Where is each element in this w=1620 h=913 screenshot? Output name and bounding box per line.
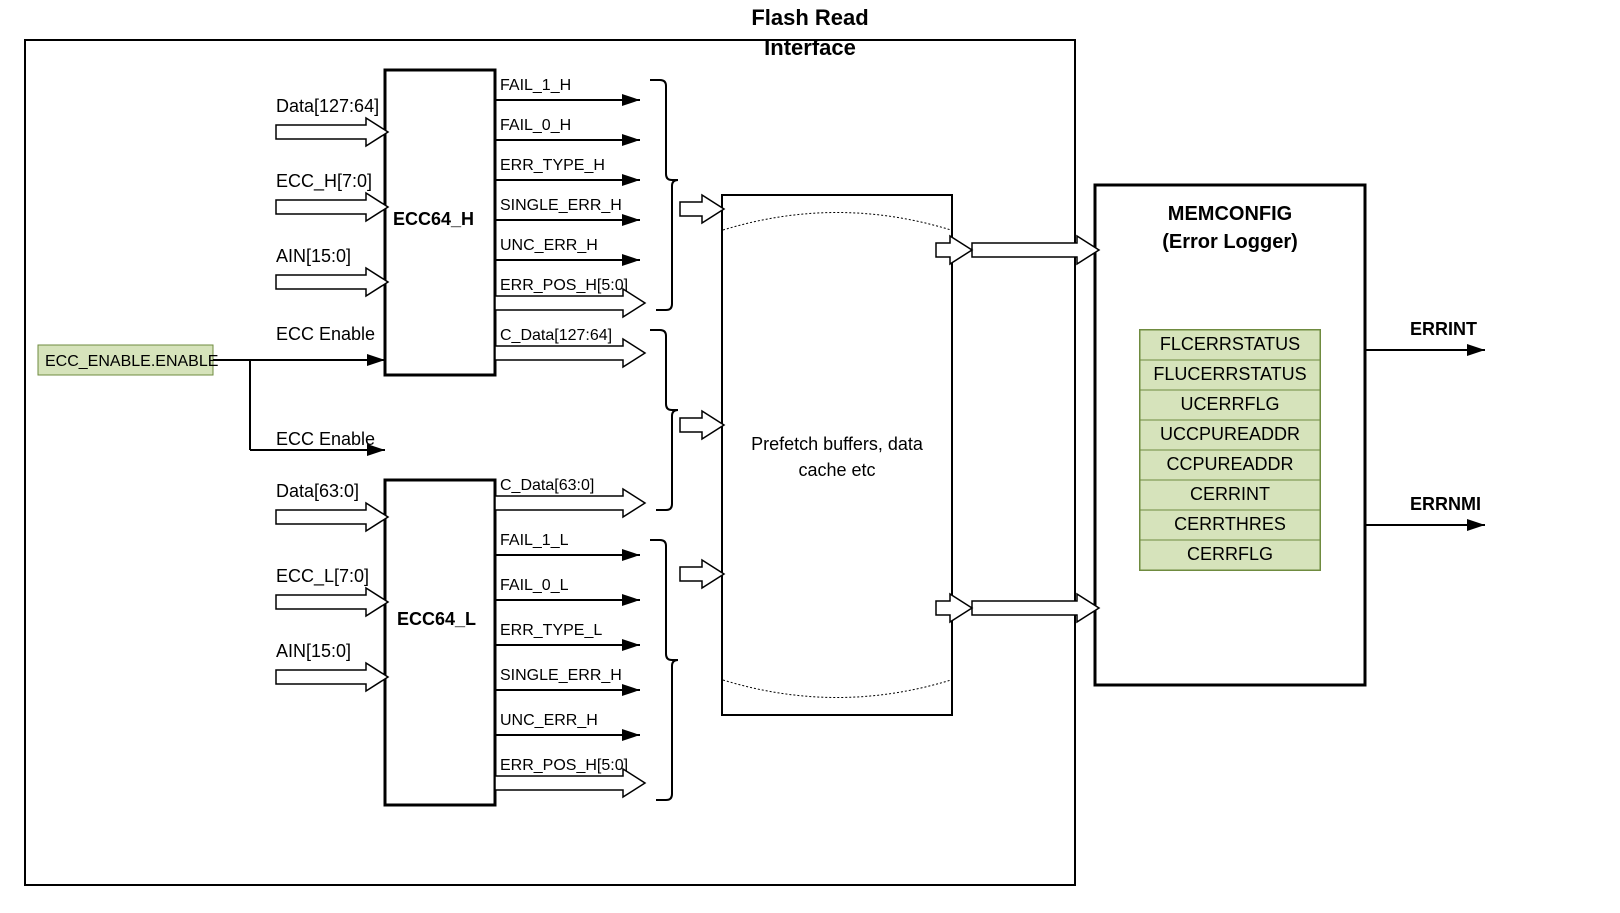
svg-text:Data[63:0]: Data[63:0] xyxy=(276,481,359,501)
svg-text:ECC_H[7:0]: ECC_H[7:0] xyxy=(276,171,372,192)
ecc-enable-register-label: ECC_ENABLE.ENABLE xyxy=(45,353,218,370)
memconfig-reg-label: CERRFLG xyxy=(1187,544,1273,564)
svg-text:FAIL_1_L: FAIL_1_L xyxy=(500,532,569,549)
errnmi-label: ERRNMI xyxy=(1410,494,1481,514)
svg-text:C_Data[127:64]: C_Data[127:64] xyxy=(500,327,612,344)
prefetch-line1: Prefetch buffers, data xyxy=(751,434,924,454)
ecc64-l-label: ECC64_L xyxy=(397,609,476,629)
memconfig-reg-label: FLUCERRSTATUS xyxy=(1153,364,1306,384)
svg-text:C_Data[63:0]: C_Data[63:0] xyxy=(500,477,594,494)
svg-text:UNC_ERR_H: UNC_ERR_H xyxy=(500,712,598,729)
svg-text:SINGLE_ERR_H: SINGLE_ERR_H xyxy=(500,197,622,214)
errint-label: ERRINT xyxy=(1410,319,1477,339)
svg-text:ERR_POS_H[5:0]: ERR_POS_H[5:0] xyxy=(500,757,628,774)
svg-text:FAIL_0_L: FAIL_0_L xyxy=(500,577,569,594)
ecc-enable-h-label: ECC Enable xyxy=(276,324,375,344)
svg-text:ERR_TYPE_L: ERR_TYPE_L xyxy=(500,622,602,639)
memconfig-regs: FLCERRSTATUS FLUCERRSTATUS UCERRFLG UCCPURE… xyxy=(1140,330,1320,570)
svg-text:AIN[15:0]: AIN[15:0] xyxy=(276,246,351,266)
memconfig-reg-label: CERRINT xyxy=(1190,484,1270,504)
prefetch-box xyxy=(722,195,952,715)
memconfig-title1: MEMCONFIG xyxy=(1168,203,1292,225)
svg-text:UNC_ERR_H: UNC_ERR_H xyxy=(500,237,598,254)
memconfig-reg-label: FLCERRSTATUS xyxy=(1160,334,1300,354)
svg-text:FAIL_1_H: FAIL_1_H xyxy=(500,77,571,94)
ecc64-l-block xyxy=(385,480,495,805)
memconfig-reg-label: UCERRFLG xyxy=(1180,394,1279,414)
svg-text:ECC_L[7:0]: ECC_L[7:0] xyxy=(276,566,369,587)
prefetch-line2: cache etc xyxy=(798,460,875,480)
svg-text:AIN[15:0]: AIN[15:0] xyxy=(276,641,351,661)
title-line1: Flash Read xyxy=(751,5,868,30)
svg-text:SINGLE_ERR_H: SINGLE_ERR_H xyxy=(500,667,622,684)
memconfig-title2: (Error Logger) xyxy=(1162,231,1298,253)
svg-text:ERR_TYPE_H: ERR_TYPE_H xyxy=(500,157,605,174)
ecc64-h-label: ECC64_H xyxy=(393,209,474,229)
title-line2: Interface xyxy=(764,35,856,60)
svg-text:ERR_POS_H[5:0]: ERR_POS_H[5:0] xyxy=(500,277,628,294)
memconfig-reg-label: CCPUREADDR xyxy=(1166,454,1293,474)
memconfig-reg-label: UCCPUREADDR xyxy=(1160,424,1300,444)
ecc-enable-l-label: ECC Enable xyxy=(276,429,375,449)
svg-text:Data[127:64]: Data[127:64] xyxy=(276,96,379,116)
memconfig-reg-label: CERRTHRES xyxy=(1174,514,1286,534)
svg-text:FAIL_0_H: FAIL_0_H xyxy=(500,117,571,134)
